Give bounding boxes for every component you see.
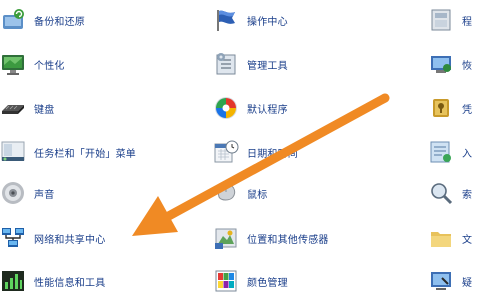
item-label: 位置和其他传感器 (247, 234, 329, 246)
control-panel-left-column: 备份和还原 个性化 键盘 任务栏和「开始」菜单 声音 网络和共享中心 性能信息和… (0, 0, 205, 300)
admin-tools-icon (216, 53, 236, 75)
personalization-icon (2, 55, 24, 75)
item-label: 凭 (462, 104, 473, 116)
item-troubleshooting[interactable]: 疑 (428, 265, 472, 297)
taskbar-icon (1, 141, 25, 161)
backup-restore-icon (3, 9, 24, 29)
item-label: 鼠标 (247, 189, 268, 201)
item-location-sensors[interactable]: 位置和其他传感器 (213, 222, 329, 254)
indexing-icon (431, 183, 453, 205)
item-folder-options[interactable]: 文 (428, 222, 472, 254)
programs-icon (431, 9, 451, 31)
location-sensors-icon (215, 228, 237, 249)
item-action-center[interactable]: 操作中心 (213, 4, 288, 36)
control-panel-window: 备份和还原 个性化 键盘 任务栏和「开始」菜单 声音 网络和共享中心 性能信息和… (0, 0, 480, 300)
item-programs[interactable]: 程 (428, 4, 472, 36)
sound-icon (2, 182, 24, 204)
item-label: 程 (462, 16, 473, 28)
item-getting-started[interactable]: 入 (428, 136, 472, 168)
recovery-icon (431, 56, 451, 73)
item-performance-info-tools[interactable]: 性能信息和工具 (0, 265, 105, 297)
control-panel-middle-column: 操作中心 管理工具 默认程序 日期和时间 鼠标 位置和其他传感器 颜色管理 (213, 0, 423, 300)
item-label: 备份和还原 (34, 16, 85, 28)
item-label: 管理工具 (247, 60, 288, 72)
item-network-sharing-center[interactable]: 网络和共享中心 (0, 222, 105, 254)
item-default-programs[interactable]: 默认程序 (213, 92, 288, 124)
item-label: 操作中心 (247, 16, 288, 28)
item-label: 日期和时间 (247, 148, 298, 160)
getting-started-icon (430, 141, 451, 163)
mouse-icon (217, 181, 236, 201)
item-label: 疑 (462, 277, 473, 289)
credentials-icon (433, 99, 449, 117)
item-recovery[interactable]: 恢 (428, 48, 472, 80)
keyboard-icon (2, 105, 24, 114)
item-label: 网络和共享中心 (34, 234, 106, 246)
color-management-icon (215, 270, 237, 292)
item-label: 键盘 (34, 104, 55, 116)
item-label: 索 (462, 189, 473, 201)
item-label: 文 (462, 234, 473, 246)
performance-icon (2, 271, 24, 291)
item-credential-manager[interactable]: 凭 (428, 92, 472, 124)
item-label: 颜色管理 (247, 277, 288, 289)
item-color-management[interactable]: 颜色管理 (213, 265, 288, 297)
date-time-icon (214, 140, 239, 163)
control-panel-right-column: 程 恢 凭 入 索 文 疑 (428, 0, 480, 300)
item-label: 恢 (462, 60, 473, 72)
action-center-flag-icon (217, 10, 235, 31)
folder-options-icon (431, 232, 451, 247)
item-label: 入 (462, 148, 473, 160)
item-label: 个性化 (34, 60, 65, 72)
network-icon (2, 228, 24, 247)
item-taskbar-start-menu[interactable]: 任务栏和「开始」菜单 (0, 136, 136, 168)
item-sound[interactable]: 声音 (0, 177, 54, 209)
default-programs-icon (215, 97, 237, 119)
item-label: 声音 (34, 189, 55, 201)
item-label: 性能信息和工具 (34, 277, 106, 289)
troubleshooting-icon (431, 272, 451, 290)
item-administrative-tools[interactable]: 管理工具 (213, 48, 288, 80)
item-date-time[interactable]: 日期和时间 (213, 136, 298, 168)
item-keyboard[interactable]: 键盘 (0, 92, 54, 124)
item-backup-restore[interactable]: 备份和还原 (0, 4, 85, 36)
item-label: 任务栏和「开始」菜单 (34, 148, 136, 160)
item-indexing-options[interactable]: 索 (428, 177, 472, 209)
item-mouse[interactable]: 鼠标 (213, 177, 267, 209)
item-label: 默认程序 (247, 104, 288, 116)
item-personalization[interactable]: 个性化 (0, 48, 65, 80)
